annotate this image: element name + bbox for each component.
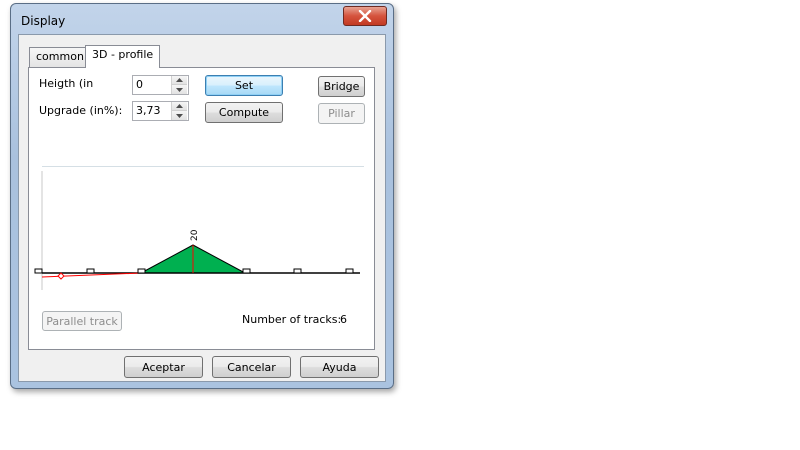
- dialog-client-area: common 3D - profile Heigth (in 0 Upgrade…: [18, 34, 386, 382]
- display-dialog: Display common 3D - profile Heigth (in 0: [10, 3, 394, 389]
- close-icon: [358, 10, 372, 22]
- profile-view[interactable]: 20: [29, 68, 376, 351]
- profile-node[interactable]: [242, 268, 251, 274]
- window-title: Display: [21, 14, 66, 28]
- close-button[interactable]: [343, 6, 387, 26]
- accept-button[interactable]: Aceptar: [124, 356, 203, 378]
- parallel-track-button: Parallel track: [42, 311, 122, 331]
- cancel-button[interactable]: Cancelar: [212, 356, 291, 378]
- title-bar[interactable]: Display: [11, 4, 393, 34]
- tab-3d-profile[interactable]: 3D - profile: [85, 45, 161, 68]
- tracks-count-label: Number of tracks:: [242, 313, 342, 326]
- help-button[interactable]: Ayuda: [300, 356, 379, 378]
- tab-common[interactable]: common: [29, 47, 91, 67]
- tab-panel-3d-profile: Heigth (in 0 Upgrade (in%): 3,73 Set Com…: [28, 67, 375, 350]
- profile-marker[interactable]: [57, 272, 65, 280]
- profile-node[interactable]: [86, 268, 95, 274]
- profile-node[interactable]: [34, 268, 43, 274]
- profile-peak-label: 20: [190, 229, 200, 241]
- tracks-count-value: 6: [340, 313, 347, 326]
- profile-node[interactable]: [345, 268, 354, 274]
- profile-node[interactable]: [293, 268, 302, 274]
- profile-node[interactable]: [137, 268, 146, 274]
